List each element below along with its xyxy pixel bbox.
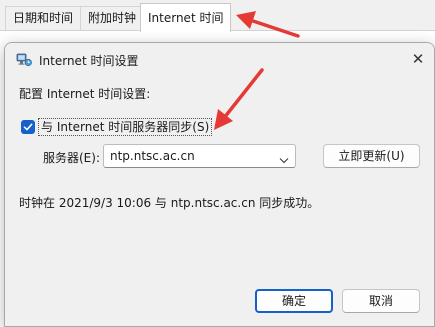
chevron-down-icon[interactable] bbox=[279, 153, 289, 164]
tab-internet-time[interactable]: Internet 时间 bbox=[140, 3, 232, 32]
checkmark-icon bbox=[23, 123, 33, 131]
cancel-button[interactable]: 取消 bbox=[342, 289, 420, 313]
section-label: 配置 Internet 时间设置: bbox=[19, 87, 151, 101]
sync-status-text: 时钟在 2021/9/3 10:06 与 ntp.ntsc.ac.cn 同步成功… bbox=[19, 196, 320, 210]
computer-network-icon bbox=[16, 53, 32, 67]
sync-checkbox[interactable] bbox=[21, 120, 35, 134]
tab-date-time[interactable]: 日期和时间 bbox=[5, 6, 82, 30]
internet-time-settings-dialog: Internet 时间设置 ✕ 配置 Internet 时间设置: 与 Inte… bbox=[4, 42, 435, 327]
close-icon: ✕ bbox=[411, 50, 425, 68]
server-value[interactable]: ntp.ntsc.ac.cn bbox=[110, 149, 195, 163]
tab-additional-clocks[interactable]: 附加时钟 bbox=[80, 6, 145, 30]
close-button[interactable]: ✕ bbox=[406, 48, 430, 70]
dialog-title: Internet 时间设置 bbox=[39, 54, 139, 68]
sync-checkbox-label[interactable]: 与 Internet 时间服务器同步(S) bbox=[38, 118, 213, 136]
server-label: 服务器(E): bbox=[43, 151, 100, 165]
server-combobox[interactable]: ntp.ntsc.ac.cn bbox=[103, 144, 296, 168]
update-now-button[interactable]: 立即更新(U) bbox=[323, 144, 420, 168]
tab-strip: 日期和时间 附加时钟 Internet 时间 bbox=[0, 0, 435, 32]
dialog-titlebar[interactable]: Internet 时间设置 ✕ bbox=[5, 43, 434, 77]
ok-button[interactable]: 确定 bbox=[255, 289, 333, 313]
